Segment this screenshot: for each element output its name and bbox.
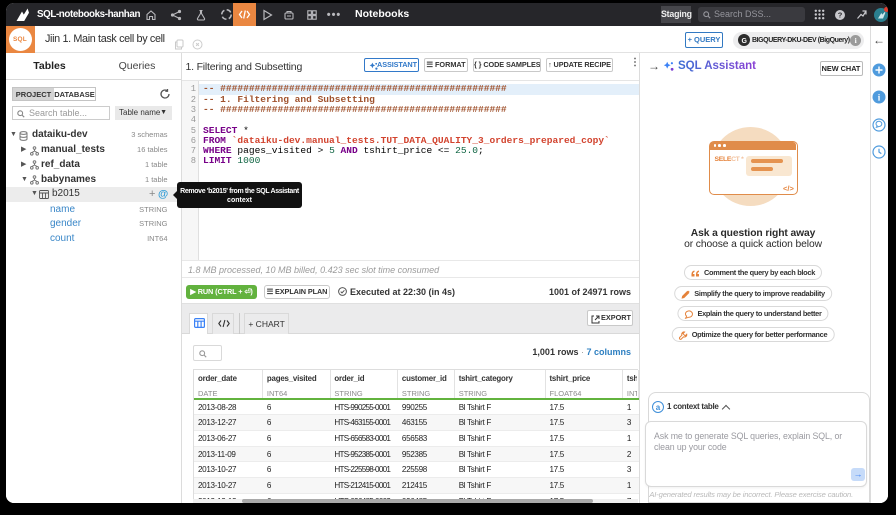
svg-text:?: ? [838, 10, 843, 19]
